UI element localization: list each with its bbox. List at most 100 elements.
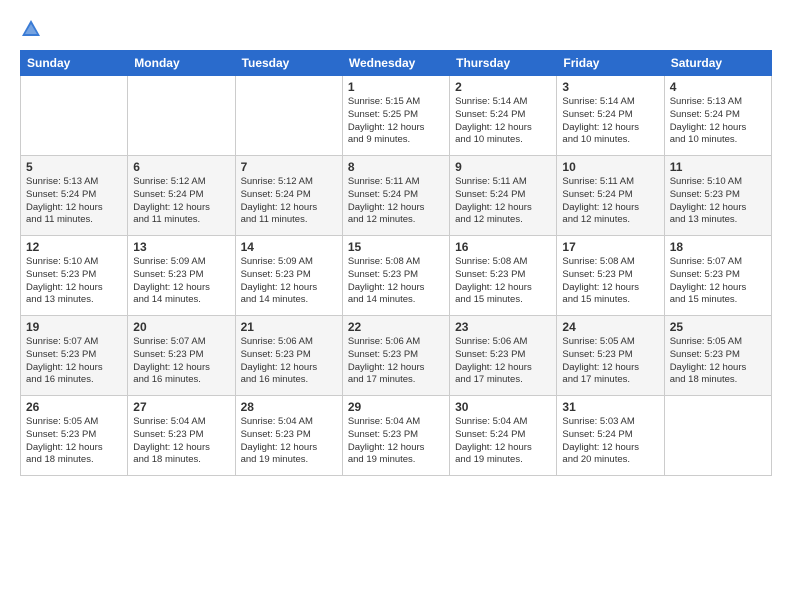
logo-icon bbox=[20, 18, 42, 40]
logo bbox=[20, 18, 46, 40]
day-number: 7 bbox=[241, 160, 337, 174]
day-number: 29 bbox=[348, 400, 444, 414]
day-info: Sunrise: 5:11 AM Sunset: 5:24 PM Dayligh… bbox=[455, 176, 551, 227]
calendar-cell: 29 Sunrise: 5:04 AM Sunset: 5:23 PM Dayli… bbox=[342, 396, 449, 476]
calendar-cell bbox=[664, 396, 771, 476]
day-info: Sunrise: 5:10 AM Sunset: 5:23 PM Dayligh… bbox=[670, 176, 766, 227]
day-info: Sunrise: 5:13 AM Sunset: 5:24 PM Dayligh… bbox=[26, 176, 122, 227]
day-number: 14 bbox=[241, 240, 337, 254]
day-number: 2 bbox=[455, 80, 551, 94]
day-number: 1 bbox=[348, 80, 444, 94]
weekday-header-saturday: Saturday bbox=[664, 51, 771, 76]
calendar-cell bbox=[235, 76, 342, 156]
calendar-cell: 22 Sunrise: 5:06 AM Sunset: 5:23 PM Dayli… bbox=[342, 316, 449, 396]
day-info: Sunrise: 5:14 AM Sunset: 5:24 PM Dayligh… bbox=[455, 96, 551, 147]
day-number: 10 bbox=[562, 160, 658, 174]
calendar-cell: 11 Sunrise: 5:10 AM Sunset: 5:23 PM Dayli… bbox=[664, 156, 771, 236]
calendar-cell: 14 Sunrise: 5:09 AM Sunset: 5:23 PM Dayli… bbox=[235, 236, 342, 316]
week-row-1: 1 Sunrise: 5:15 AM Sunset: 5:25 PM Daylig… bbox=[21, 76, 772, 156]
calendar-cell: 28Sunrise: 5:04 AM Sunset: 5:23 PM Dayli… bbox=[235, 396, 342, 476]
day-info: Sunrise: 5:06 AM Sunset: 5:23 PM Dayligh… bbox=[348, 336, 444, 387]
day-number: 11 bbox=[670, 160, 766, 174]
day-info: Sunrise: 5:08 AM Sunset: 5:23 PM Dayligh… bbox=[562, 256, 658, 307]
day-number: 18 bbox=[670, 240, 766, 254]
calendar-cell: 24 Sunrise: 5:05 AM Sunset: 5:23 PM Dayli… bbox=[557, 316, 664, 396]
day-number: 16 bbox=[455, 240, 551, 254]
weekday-header-wednesday: Wednesday bbox=[342, 51, 449, 76]
day-number: 17 bbox=[562, 240, 658, 254]
day-info: Sunrise: 5:09 AM Sunset: 5:23 PM Dayligh… bbox=[133, 256, 229, 307]
day-info: Sunrise: 5:07 AM Sunset: 5:23 PM Dayligh… bbox=[26, 336, 122, 387]
calendar-cell: 19 Sunrise: 5:07 AM Sunset: 5:23 PM Dayli… bbox=[21, 316, 128, 396]
week-row-5: 26 Sunrise: 5:05 AM Sunset: 5:23 PM Dayli… bbox=[21, 396, 772, 476]
weekday-header-tuesday: Tuesday bbox=[235, 51, 342, 76]
weekday-header-friday: Friday bbox=[557, 51, 664, 76]
day-info: Sunrise: 5:14 AM Sunset: 5:24 PM Dayligh… bbox=[562, 96, 658, 147]
day-number: 21 bbox=[241, 320, 337, 334]
day-number: 9 bbox=[455, 160, 551, 174]
day-info: Sunrise: 5:03 AM Sunset: 5:24 PM Dayligh… bbox=[562, 416, 658, 467]
day-info: Sunrise: 5:08 AM Sunset: 5:23 PM Dayligh… bbox=[455, 256, 551, 307]
day-number: 13 bbox=[133, 240, 229, 254]
calendar-cell: 17 Sunrise: 5:08 AM Sunset: 5:23 PM Dayli… bbox=[557, 236, 664, 316]
calendar-cell: 23 Sunrise: 5:06 AM Sunset: 5:23 PM Dayli… bbox=[450, 316, 557, 396]
day-number: 31 bbox=[562, 400, 658, 414]
calendar-table: SundayMondayTuesdayWednesdayThursdayFrid… bbox=[20, 50, 772, 476]
day-number: 27 bbox=[133, 400, 229, 414]
weekday-header-thursday: Thursday bbox=[450, 51, 557, 76]
day-info: Sunrise: 5:12 AM Sunset: 5:24 PM Dayligh… bbox=[133, 176, 229, 227]
day-info: Sunrise: 5:11 AM Sunset: 5:24 PM Dayligh… bbox=[348, 176, 444, 227]
day-info: Sunrise: 5:05 AM Sunset: 5:23 PM Dayligh… bbox=[562, 336, 658, 387]
day-number: 26 bbox=[26, 400, 122, 414]
day-number: 19 bbox=[26, 320, 122, 334]
weekday-header-monday: Monday bbox=[128, 51, 235, 76]
calendar-cell: 30 Sunrise: 5:04 AM Sunset: 5:24 PM Dayli… bbox=[450, 396, 557, 476]
day-info: Sunrise: 5:08 AM Sunset: 5:23 PM Dayligh… bbox=[348, 256, 444, 307]
day-info: Sunrise: 5:05 AM Sunset: 5:23 PM Dayligh… bbox=[26, 416, 122, 467]
day-info: Sunrise: 5:15 AM Sunset: 5:25 PM Dayligh… bbox=[348, 96, 444, 147]
day-info: Sunrise: 5:04 AM Sunset: 5:23 PM Dayligh… bbox=[348, 416, 444, 467]
calendar-cell: 31 Sunrise: 5:03 AM Sunset: 5:24 PM Dayli… bbox=[557, 396, 664, 476]
day-info: Sunrise: 5:07 AM Sunset: 5:23 PM Dayligh… bbox=[133, 336, 229, 387]
weekday-header-row: SundayMondayTuesdayWednesdayThursdayFrid… bbox=[21, 51, 772, 76]
calendar-cell: 9 Sunrise: 5:11 AM Sunset: 5:24 PM Daylig… bbox=[450, 156, 557, 236]
day-number: 8 bbox=[348, 160, 444, 174]
day-number: 3 bbox=[562, 80, 658, 94]
day-number: 20 bbox=[133, 320, 229, 334]
day-info: Sunrise: 5:09 AM Sunset: 5:23 PM Dayligh… bbox=[241, 256, 337, 307]
day-info: Sunrise: 5:06 AM Sunset: 5:23 PM Dayligh… bbox=[241, 336, 337, 387]
calendar-cell: 3 Sunrise: 5:14 AM Sunset: 5:24 PM Daylig… bbox=[557, 76, 664, 156]
day-number: 12 bbox=[26, 240, 122, 254]
weekday-header-sunday: Sunday bbox=[21, 51, 128, 76]
calendar-cell: 12 Sunrise: 5:10 AM Sunset: 5:23 PM Dayli… bbox=[21, 236, 128, 316]
calendar-cell: 20 Sunrise: 5:07 AM Sunset: 5:23 PM Dayli… bbox=[128, 316, 235, 396]
calendar-cell: 7 Sunrise: 5:12 AM Sunset: 5:24 PM Daylig… bbox=[235, 156, 342, 236]
day-info: Sunrise: 5:06 AM Sunset: 5:23 PM Dayligh… bbox=[455, 336, 551, 387]
week-row-2: 5Sunrise: 5:13 AM Sunset: 5:24 PM Daylig… bbox=[21, 156, 772, 236]
day-number: 28 bbox=[241, 400, 337, 414]
calendar-cell: 15 Sunrise: 5:08 AM Sunset: 5:23 PM Dayli… bbox=[342, 236, 449, 316]
day-info: Sunrise: 5:07 AM Sunset: 5:23 PM Dayligh… bbox=[670, 256, 766, 307]
day-number: 23 bbox=[455, 320, 551, 334]
calendar-cell: 26 Sunrise: 5:05 AM Sunset: 5:23 PM Dayli… bbox=[21, 396, 128, 476]
day-number: 24 bbox=[562, 320, 658, 334]
page: SundayMondayTuesdayWednesdayThursdayFrid… bbox=[0, 0, 792, 612]
day-number: 30 bbox=[455, 400, 551, 414]
calendar-cell bbox=[21, 76, 128, 156]
calendar-cell: 27Sunrise: 5:04 AM Sunset: 5:23 PM Dayli… bbox=[128, 396, 235, 476]
day-info: Sunrise: 5:12 AM Sunset: 5:24 PM Dayligh… bbox=[241, 176, 337, 227]
calendar-cell: 5Sunrise: 5:13 AM Sunset: 5:24 PM Daylig… bbox=[21, 156, 128, 236]
day-number: 6 bbox=[133, 160, 229, 174]
day-number: 25 bbox=[670, 320, 766, 334]
header bbox=[20, 18, 772, 40]
calendar-cell bbox=[128, 76, 235, 156]
week-row-3: 12 Sunrise: 5:10 AM Sunset: 5:23 PM Dayli… bbox=[21, 236, 772, 316]
day-info: Sunrise: 5:05 AM Sunset: 5:23 PM Dayligh… bbox=[670, 336, 766, 387]
calendar-cell: 25 Sunrise: 5:05 AM Sunset: 5:23 PM Dayli… bbox=[664, 316, 771, 396]
day-info: Sunrise: 5:10 AM Sunset: 5:23 PM Dayligh… bbox=[26, 256, 122, 307]
day-number: 15 bbox=[348, 240, 444, 254]
day-number: 22 bbox=[348, 320, 444, 334]
day-info: Sunrise: 5:04 AM Sunset: 5:24 PM Dayligh… bbox=[455, 416, 551, 467]
calendar-cell: 6 Sunrise: 5:12 AM Sunset: 5:24 PM Daylig… bbox=[128, 156, 235, 236]
calendar-cell: 13 Sunrise: 5:09 AM Sunset: 5:23 PM Dayli… bbox=[128, 236, 235, 316]
